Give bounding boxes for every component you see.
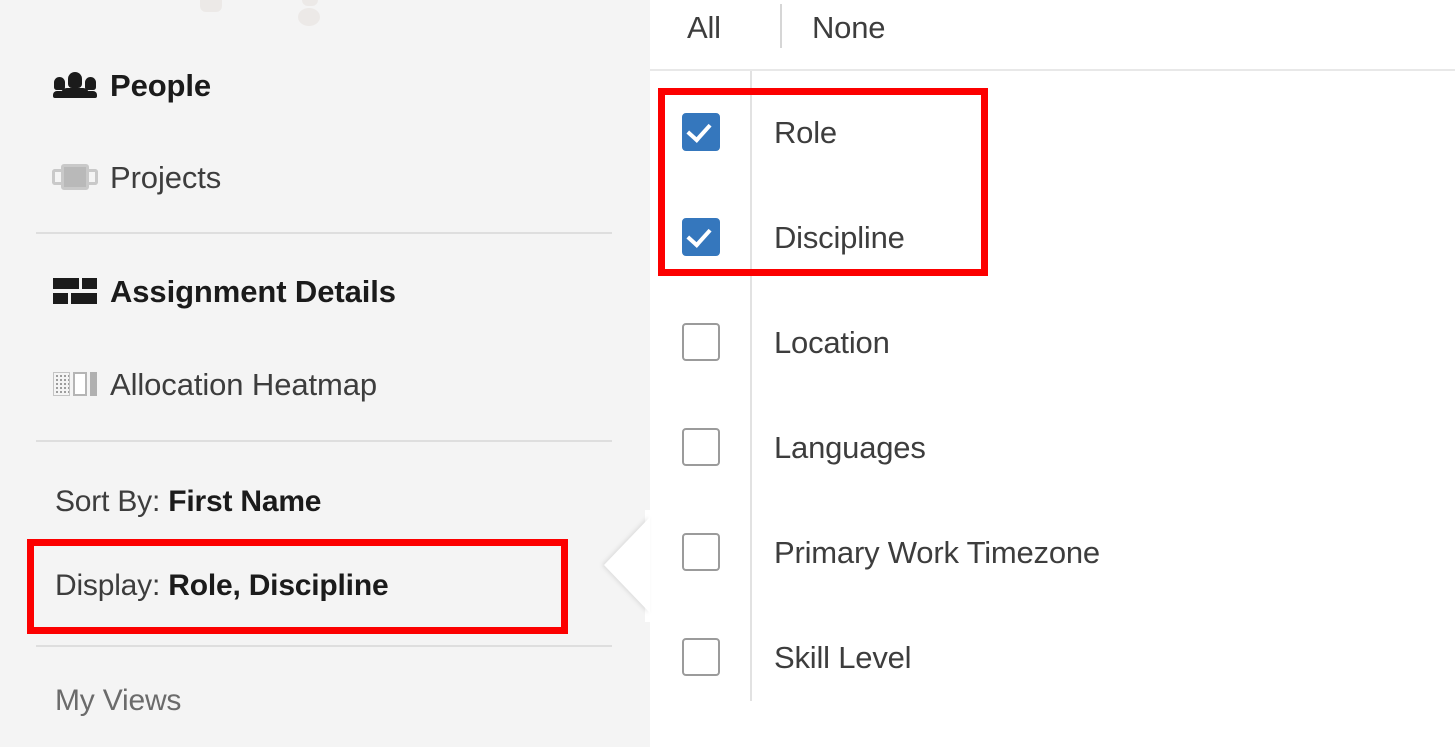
my-views-section-label[interactable]: My Views (55, 686, 181, 716)
sidebar-divider-1 (36, 232, 612, 234)
sort-by-text: Sort By: First Name (55, 487, 321, 517)
popup-callout-arrow (604, 517, 650, 613)
field-label-primary-work-timezone: Primary Work Timezone (774, 534, 1100, 570)
field-row-skill-level[interactable]: Skill Level (650, 629, 1455, 685)
sidebar-item-assignment-details[interactable]: Assignment Details (0, 260, 650, 322)
popup-header: All None (650, 0, 1455, 62)
sidebar-item-label: Projects (110, 159, 222, 195)
clipped-chrome-artifact (298, 8, 320, 26)
field-label-languages: Languages (774, 429, 926, 465)
sidebar-item-allocation-heatmap[interactable]: Allocation Heatmap (0, 353, 650, 415)
checkbox-role[interactable] (682, 113, 720, 151)
sidebar-item-label: People (110, 67, 212, 103)
sidebar-item-people[interactable]: People (0, 54, 650, 116)
select-none-button[interactable]: None (812, 4, 886, 52)
projects-filmstrip-icon (40, 157, 110, 197)
sidebar-item-label: Allocation Heatmap (110, 366, 378, 402)
display-fields-popup: All None Role Discipline Location Langua… (650, 0, 1455, 747)
field-row-languages[interactable]: Languages (650, 419, 1455, 475)
checkbox-primary-work-timezone[interactable] (682, 533, 720, 571)
left-sidebar: People Projects Assignment Details Alloc… (0, 0, 650, 747)
check-icon (686, 117, 712, 143)
checkbox-languages[interactable] (682, 428, 720, 466)
header-separator (780, 4, 782, 48)
field-label-role: Role (774, 114, 837, 150)
sort-by-prefix: Sort By: (55, 485, 169, 518)
display-value: Role, Discipline (168, 569, 389, 602)
field-row-primary-work-timezone[interactable]: Primary Work Timezone (650, 524, 1455, 580)
popup-column-rule (750, 71, 752, 701)
checkbox-discipline[interactable] (682, 218, 720, 256)
checkbox-skill-level[interactable] (682, 638, 720, 676)
popup-header-rule (650, 69, 1455, 71)
sort-by-option[interactable]: Sort By: First Name (0, 474, 650, 530)
field-label-location: Location (774, 324, 890, 360)
checkbox-location[interactable] (682, 323, 720, 361)
sidebar-divider-3 (36, 645, 612, 647)
field-label-discipline: Discipline (774, 219, 905, 255)
clipped-chrome-artifact (302, 0, 318, 6)
sidebar-item-projects[interactable]: Projects (0, 146, 650, 208)
select-all-button[interactable]: All (687, 4, 721, 52)
field-row-discipline[interactable]: Discipline (650, 209, 1455, 265)
field-row-location[interactable]: Location (650, 314, 1455, 370)
display-option[interactable]: Display: Role, Discipline (0, 558, 650, 614)
sidebar-item-label: Assignment Details (110, 273, 396, 309)
display-prefix: Display: (55, 569, 169, 602)
display-text: Display: Role, Discipline (55, 569, 389, 602)
screen-root: People Projects Assignment Details Alloc… (0, 0, 1455, 747)
heatmap-cells-icon (40, 364, 110, 404)
bricks-grid-icon (40, 271, 110, 311)
clipped-chrome-artifact (200, 0, 222, 12)
check-icon (686, 222, 712, 248)
sidebar-divider-2 (36, 440, 612, 442)
sort-by-value: First Name (168, 485, 322, 518)
people-group-icon (40, 65, 110, 105)
field-row-role[interactable]: Role (650, 104, 1455, 160)
field-label-skill-level: Skill Level (774, 639, 912, 675)
